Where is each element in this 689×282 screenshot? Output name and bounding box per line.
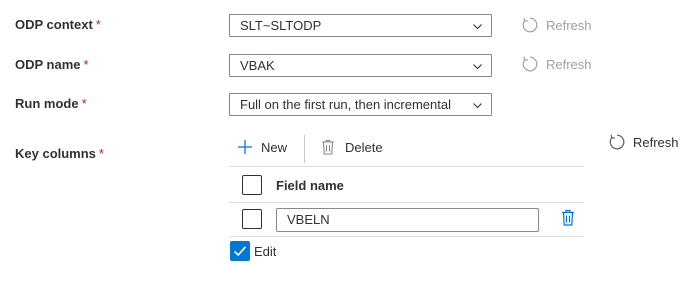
run-mode-dropdown[interactable]: Full on the first run, then incremental	[229, 93, 492, 116]
refresh-icon	[609, 134, 625, 150]
odp-name-dropdown[interactable]: VBAK	[229, 54, 492, 77]
odp-name-value: VBAK	[240, 58, 275, 73]
chevron-down-icon	[473, 64, 482, 70]
new-button[interactable]: New	[237, 139, 287, 155]
edit-checkbox[interactable]	[230, 241, 250, 261]
table-row-divider	[229, 236, 584, 237]
edit-label: Edit	[254, 244, 277, 259]
checkmark-icon	[233, 246, 247, 257]
table-header-divider	[229, 202, 584, 203]
plus-icon	[238, 140, 252, 154]
table-top-divider	[229, 166, 584, 167]
command-separator	[304, 135, 305, 163]
row-delete-button[interactable]	[561, 209, 575, 231]
refresh-icon	[522, 17, 538, 33]
refresh-icon	[522, 56, 538, 72]
run-mode-value: Full on the first run, then incremental	[240, 97, 451, 112]
trash-icon	[562, 209, 574, 226]
odp-name-refresh-button[interactable]: Refresh	[521, 55, 592, 73]
odp-name-label: ODP name *	[15, 57, 89, 72]
chevron-down-icon	[473, 24, 482, 30]
field-name-input[interactable]: VBELN	[276, 208, 539, 232]
trash-icon	[322, 139, 334, 155]
chevron-down-icon	[473, 103, 482, 109]
key-columns-label: Key columns *	[15, 146, 104, 161]
odp-context-value: SLT~SLTODP	[240, 18, 322, 33]
select-all-checkbox[interactable]	[242, 175, 262, 195]
odp-context-dropdown[interactable]: SLT~SLTODP	[229, 14, 492, 37]
odp-context-refresh-button[interactable]: Refresh	[521, 16, 592, 34]
run-mode-label: Run mode *	[15, 96, 87, 111]
column-header-field-name: Field name	[276, 178, 344, 193]
row-checkbox[interactable]	[242, 209, 262, 229]
key-columns-refresh-button[interactable]: Refresh	[608, 133, 679, 151]
odp-context-label: ODP context *	[15, 17, 101, 32]
delete-button[interactable]: Delete	[321, 139, 383, 155]
